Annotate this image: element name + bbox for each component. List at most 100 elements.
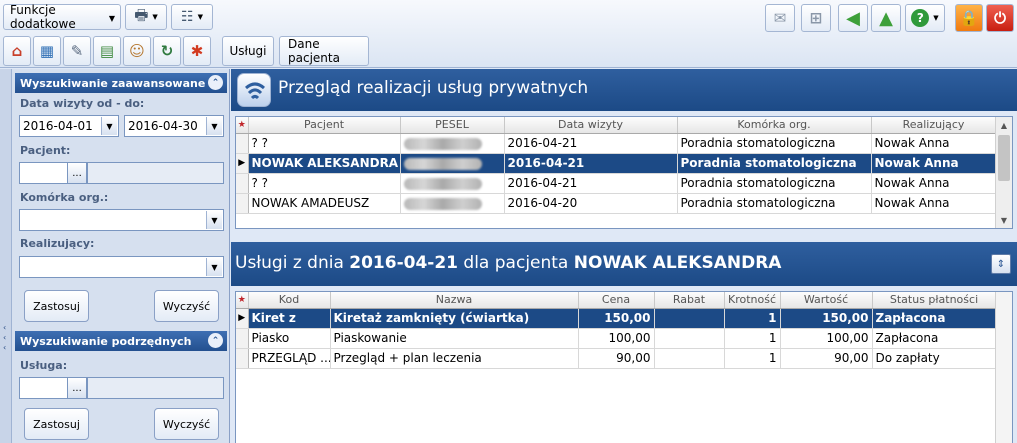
table-row[interactable]: ▶ Kiret z Kiretaż zamknięty (ćwiartka) 150,… [236,308,997,329]
table-row[interactable]: ? ? 2016-04-21 Poradnia stomatologiczna Now… [236,173,997,194]
date-to-field[interactable]: 2016-04-30 ▼ [124,115,224,137]
print-button[interactable]: 🖶 ▼ [125,4,167,30]
refresh-icon: ↻ [160,42,174,60]
browse-button[interactable]: ... [67,377,87,399]
column-header[interactable]: Rabat [654,292,725,309]
value-cell: 90,00 [780,348,873,369]
date-cell: 2016-04-20 [504,193,678,214]
tab-patient-data-label: Dane pacjenta [288,37,340,65]
tab-patient-data[interactable]: Dane pacjenta [279,36,369,66]
power-icon: ⏻ [994,9,1006,27]
sub-search-title: Wyszukiwanie podrzędnych [20,334,192,348]
main-content: Przegląd realizacji usług prywatnych ★ P… [231,69,1017,443]
scroll-thumb[interactable] [998,135,1010,181]
lock-button[interactable]: 🔒 [955,4,983,32]
chevron-down-icon: ▼ [152,13,158,21]
column-header[interactable]: Status płatności [872,292,997,309]
clear-label: Wyczyść [162,299,211,313]
date-from-field[interactable]: 2016-04-01 ▼ [19,115,119,137]
star-icon: ★ [236,292,249,309]
column-header[interactable]: Komórka org. [677,117,872,134]
browse-button[interactable]: ... [67,162,87,184]
layout-button[interactable]: ☷ ▼ [171,4,213,30]
unit-label: Komórka org.: [20,191,109,204]
visits-header: Przegląd realizacji usług prywatnych [231,69,1017,111]
price-cell: 100,00 [578,328,655,349]
table-row[interactable]: ? ? 2016-04-21 Poradnia stomatologiczna Now… [236,133,997,154]
pesel-cell [400,193,505,214]
chevron-up-icon[interactable]: ▲ [996,117,1012,133]
column-header[interactable]: Pacjent [248,117,401,134]
tools-button[interactable]: ✱ [183,36,211,66]
functions-dropdown[interactable]: Funkcje dodatkowe ▼ [3,3,121,31]
performer-select[interactable]: ▼ [19,256,224,278]
panel-collapse-grip[interactable]: ‹ ‹ ‹ [0,69,12,443]
chevron-down-icon[interactable]: ▼ [206,211,222,229]
column-header[interactable]: Kod [248,292,331,309]
network-button[interactable]: ⊞ [801,4,831,32]
help-icon: ? [911,9,930,27]
visits-title: Przegląd realizacji usług prywatnych [278,78,589,98]
chevron-down-icon[interactable]: ▼ [206,258,222,276]
blurred-pesel [403,137,482,150]
home-button[interactable]: ⌂ [3,36,31,66]
service-field[interactable]: ... [19,377,87,399]
visits-grid: ★ Pacjent PESEL Data wizyty Komórka org.… [235,116,1013,229]
help-button[interactable]: ? ▼ [905,4,945,32]
documents-button[interactable]: ▤ [93,36,121,66]
pesel-cell [400,153,505,174]
apply-label: Zastosuj [33,299,80,313]
name-cell: Przegląd + plan leczenia [330,348,579,369]
column-header[interactable]: PESEL [400,117,505,134]
back-button[interactable]: ◀ [838,4,868,32]
column-header[interactable]: Krotność [724,292,781,309]
mail-button[interactable]: ✉ [765,4,795,32]
table-row[interactable]: NOWAK AMADEUSZ 2016-04-20 Poradnia stomato… [236,193,997,214]
chevron-down-icon[interactable]: ▼ [996,212,1012,228]
collapse-icon[interactable]: ⌃ [208,75,223,90]
column-header[interactable]: Wartość [780,292,873,309]
row-indicator: ▶ [236,153,249,174]
column-header[interactable]: Nazwa [330,292,579,309]
unit-cell: Poradnia stomatologiczna [677,193,872,214]
service-display-field [87,377,224,399]
star-icon: ★ [236,117,249,134]
collapse-icon[interactable]: ⌃ [208,333,223,348]
clear-button[interactable]: Wyczyść [154,408,219,440]
notepad-icon: ✎ [70,42,84,60]
notes-button[interactable]: ✎ [63,36,91,66]
apply-button[interactable]: Zastosuj [24,290,89,322]
table-row[interactable]: ▶ NOWAK ALEKSANDRA 2016-04-21 Poradnia stom… [236,153,997,174]
power-button[interactable]: ⏻ [986,4,1014,32]
table-row[interactable]: Piasko Piaskowanie 100,00 1 100,00 Zapłacona [236,328,997,349]
up-button[interactable]: ▲ [871,4,901,32]
gear-icon: ✱ [190,42,204,60]
name-cell: Kiretaż zamknięty (ćwiartka) [330,308,579,329]
users-icon: ☺ [129,42,145,60]
tab-services[interactable]: Usługi [222,36,274,66]
visits-scrollbar[interactable]: ▲ ▼ [995,117,1012,228]
table-row[interactable]: PRZEGLĄD ... Przegląd + plan leczenia 90,0… [236,348,997,369]
clear-button[interactable]: Wyczyść [154,290,219,322]
patient-field[interactable]: ... [19,162,87,184]
visits-header-row: ★ Pacjent PESEL Data wizyty Komórka org.… [236,117,997,134]
refresh-button[interactable]: ↻ [153,36,181,66]
quantity-cell: 1 [724,328,781,349]
calendar-button[interactable]: ▦ [33,36,61,66]
search-panel: ‹ ‹ ‹ Wyszukiwanie zaawansowane ⌃ Data w… [0,69,230,443]
performer-cell: Nowak Anna [871,153,997,174]
expand-collapse-button[interactable]: ⇕ [991,254,1011,274]
patients-button[interactable]: ☺ [123,36,151,66]
blurred-pesel [403,197,482,210]
column-header[interactable]: Cena [578,292,655,309]
chevron-left-icon: ‹ [3,333,7,342]
services-scrollbar[interactable] [995,292,1012,443]
column-header[interactable]: Realizujący [871,117,997,134]
chevron-down-icon[interactable]: ▼ [101,117,117,135]
chevron-down-icon[interactable]: ▼ [206,117,222,135]
column-header[interactable]: Data wizyty [504,117,678,134]
apply-button[interactable]: Zastosuj [24,408,89,440]
date-range-label: Data wizyty od - do: [20,97,145,110]
unit-cell: Poradnia stomatologiczna [677,153,872,174]
unit-select[interactable]: ▼ [19,209,224,231]
